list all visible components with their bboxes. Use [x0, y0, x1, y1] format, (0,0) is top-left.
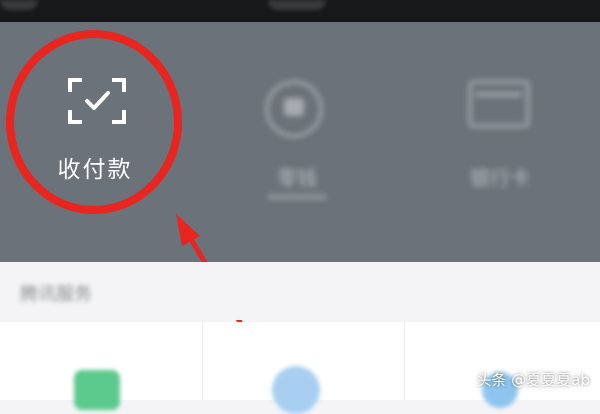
change-balance-blurred [267, 194, 327, 200]
status-bar-notch [268, 0, 326, 10]
service-icon-blue[interactable] [272, 366, 320, 414]
watermark-text: 头条 @夏夏夏ab [476, 371, 590, 389]
change-label: 零钱 [277, 166, 317, 190]
bank-card-button[interactable]: 银行卡 [420, 22, 580, 262]
section-title: 腾讯服务 [20, 284, 92, 305]
grid-divider [202, 322, 203, 400]
bank-card-icon [468, 80, 530, 128]
status-bar-left [0, 0, 38, 10]
change-button[interactable]: 零钱 [222, 22, 372, 262]
service-icon-green[interactable] [74, 370, 120, 410]
red-circle-annotation [6, 30, 182, 214]
coin-icon [265, 80, 323, 138]
section-header: 腾讯服务 [0, 262, 600, 320]
bank-card-label: 银行卡 [470, 166, 530, 190]
status-bar [0, 0, 600, 22]
grid-divider [404, 322, 405, 400]
